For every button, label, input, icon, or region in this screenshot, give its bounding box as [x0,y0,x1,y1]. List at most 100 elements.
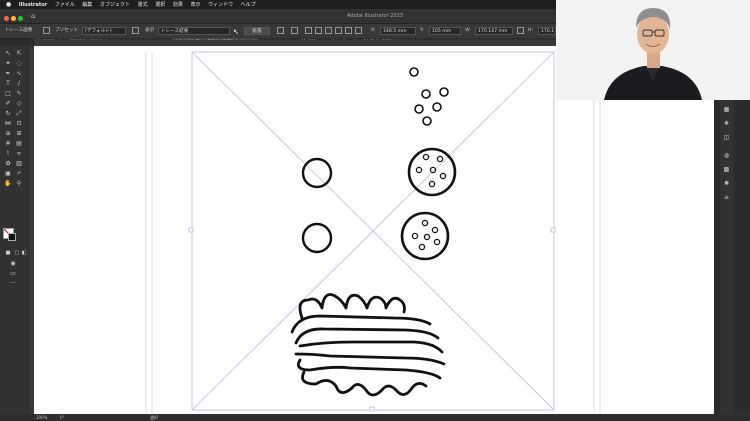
properties-panel-icon[interactable]: ▦ [723,106,730,113]
align-bottom-icon[interactable] [355,27,362,34]
canvas[interactable] [34,46,714,414]
menu-window[interactable]: ウィンドウ [208,1,233,9]
scale-tool-icon[interactable]: ⤢ [15,110,23,117]
presenter-webcam [556,0,750,100]
zoom-tool-icon[interactable]: ⚲ [15,180,23,187]
x-field[interactable]: 148.5 mm [380,27,416,35]
blend-tool-icon[interactable]: ∞ [15,150,23,157]
artboard [145,51,601,414]
y-label: Y: [420,28,424,33]
selection-tool-icon[interactable]: ↖ [4,50,12,57]
menu-edit[interactable]: 編集 [82,1,92,9]
paintbrush-tool-icon[interactable]: ✎ [15,90,23,97]
width-tool-icon[interactable]: ⋈ [4,120,12,127]
vesicle [414,104,424,114]
lysosome-circle [301,157,333,189]
peroxisome-lower [400,211,450,261]
color-panel-icon[interactable]: ◍ [723,152,730,159]
default-colors-icon[interactable]: ■ [4,250,12,257]
lysosome-circle [301,222,333,254]
align-top-icon[interactable] [335,27,342,34]
trace-options-icon[interactable] [132,27,139,34]
align-icon[interactable] [277,27,284,34]
right-panel-dock: ▦ ❖ ◫ ◍ ▩ ✺ ≡ [720,100,734,414]
menu-select[interactable]: 選択 [155,1,165,9]
shape-builder-tool-icon[interactable]: ⊕ [4,130,12,137]
magic-wand-tool-icon[interactable]: ✦ [4,60,12,67]
line-tool-icon[interactable]: / [15,80,23,87]
align-right-icon[interactable] [325,27,332,34]
menu-object[interactable]: オブジェクト [100,1,130,9]
direct-selection-tool-icon[interactable]: ⇱ [15,50,23,57]
vesicle [432,102,442,112]
hand-tool-icon[interactable]: ✋ [4,180,12,187]
edit-toolbar-icon[interactable]: ··· [9,280,17,287]
rotate-tool-icon[interactable]: ↻ [4,110,12,117]
type-tool-icon[interactable]: T [4,80,12,87]
symbol-sprayer-tool-icon[interactable]: ✿ [4,160,12,167]
swatches-panel-icon[interactable]: ▩ [723,166,730,173]
vesicle [422,116,432,126]
gradient-tool-icon[interactable]: ▤ [15,140,23,147]
eyedropper-tool-icon[interactable]: ⌇ [4,150,12,157]
preset-label: プリセット [55,28,78,33]
vesicle [421,89,431,99]
menu-type[interactable]: 書式 [138,1,148,9]
screen-mode-icon[interactable]: ▭ [9,270,17,277]
align-left-icon[interactable] [305,27,312,34]
vesicle [439,87,449,97]
stroke-swatch[interactable] [8,233,16,241]
tools-panel: ↖ ⇱ ✦ ◌ ✒ ∿ T / □ ✎ ✐ ◇ ↻ ⤢ ⋈ ⊡ ⊕ ⊞ # ▤ … [0,46,30,414]
trace-panel-icon[interactable] [43,27,50,34]
view-select[interactable]: トレース結果 [158,27,230,35]
artboard-tool-icon[interactable]: ▣ [4,170,12,177]
image-trace-label[interactable]: トレース画像 [5,24,32,38]
align-middle-icon[interactable] [345,27,352,34]
graph-tool-icon[interactable]: ▥ [15,160,23,167]
menu-app-name[interactable]: Illustrator [19,1,47,9]
presenter-image [556,0,750,100]
pen-tool-icon[interactable]: ✒ [4,70,12,77]
fill-stroke-swatches [3,228,16,241]
perspective-grid-tool-icon[interactable]: ⊞ [15,130,23,137]
shaper-tool-icon[interactable]: ✐ [4,100,12,107]
curvature-tool-icon[interactable]: ∿ [15,70,23,77]
w-field[interactable]: 170.147 mm [475,27,513,35]
libraries-panel-icon[interactable]: ◫ [723,134,730,141]
free-transform-tool-icon[interactable]: ⊡ [15,120,23,127]
h-field[interactable]: 170.1 [538,27,556,35]
brushes-panel-icon[interactable]: ✺ [723,180,730,187]
rectangle-tool-icon[interactable]: □ [4,90,12,97]
h-label: H: [528,28,534,33]
menu-file[interactable]: ファイル [55,1,75,9]
lasso-tool-icon[interactable]: ◌ [15,60,23,67]
layers-panel-icon[interactable]: ❖ [723,120,730,127]
slice-tool-icon[interactable]: ⌿ [15,170,23,177]
golgi-apparatus [290,293,446,397]
stroke-panel-icon[interactable]: ≡ [723,194,730,201]
drawing-mode-icon[interactable]: ◉ [9,260,17,267]
menu-view[interactable]: 表示 [190,1,200,9]
status-bar: 200% 0° 選択 [0,414,750,421]
zoom-level[interactable]: 200% [36,414,47,421]
y-field[interactable]: 105 mm [429,27,461,35]
mouse-cursor-icon: ↖ [233,28,239,36]
menu-effect[interactable]: 効果 [173,1,183,9]
peroxisome-upper [407,147,457,197]
transform-icon[interactable] [291,27,298,34]
gradient-mode-icon[interactable]: ◧ [20,250,28,257]
apple-icon[interactable]: ● [6,0,11,9]
preset-select[interactable]: [デフォルト] [82,27,126,35]
current-tool-label: 選択 [150,415,158,420]
align-center-icon[interactable] [315,27,322,34]
x-label: X: [371,28,376,33]
link-proportions-icon[interactable] [517,27,524,34]
w-label: W: [465,28,471,33]
vesicle [409,67,419,77]
mesh-tool-icon[interactable]: # [4,140,12,147]
menu-help[interactable]: ヘルプ [241,1,256,9]
eraser-tool-icon[interactable]: ◇ [15,100,23,107]
view-label: 表示 [145,28,155,33]
rotation-value[interactable]: 0° [60,414,65,421]
expand-button[interactable]: 拡張 [244,27,270,35]
